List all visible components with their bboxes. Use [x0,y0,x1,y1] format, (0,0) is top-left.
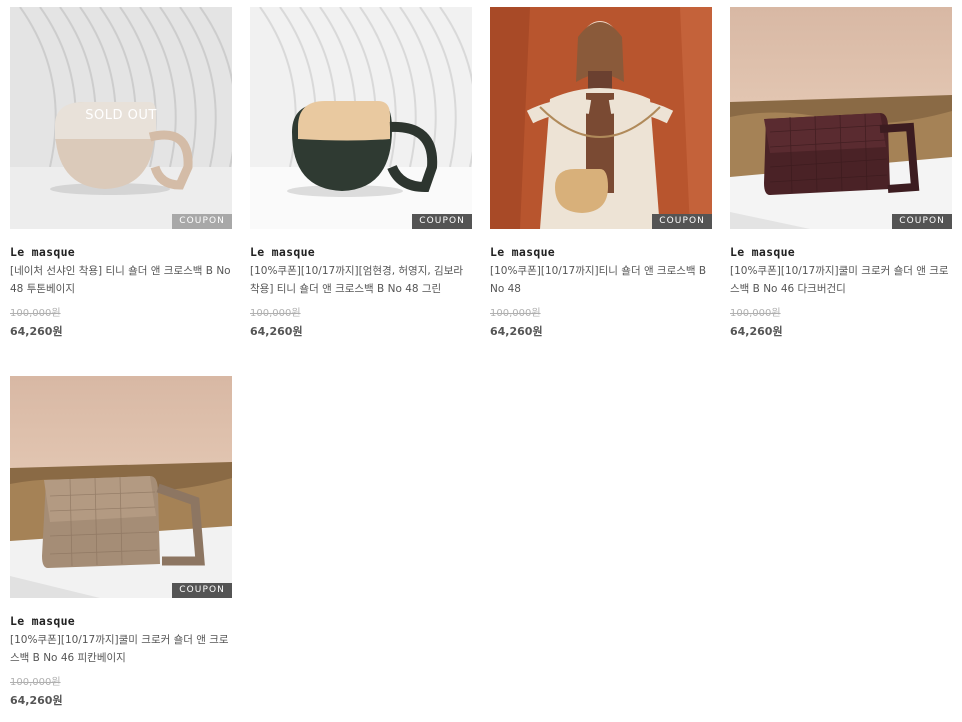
product-image [490,7,712,229]
product-name[interactable]: [10%쿠폰][10/17까지][엄현경, 허영지, 김보라 착용] 티니 숄더… [250,262,472,298]
product-card[interactable]: COUPON Le masque [10%쿠폰][10/17까지]티니 숄더 앤… [490,7,712,339]
product-card[interactable]: COUPON Le masque [10%쿠폰][10/17까지][엄현경, 허… [250,7,472,339]
product-image [730,7,952,229]
product-name[interactable]: [10%쿠폰][10/17까지]티니 숄더 앤 크로스백 B No 48 [490,262,712,298]
original-price: 100,000원 [490,308,541,319]
product-image-link[interactable]: COUPON [250,7,472,229]
product-image [10,376,232,598]
coupon-badge: COUPON [172,583,232,598]
coupon-badge: COUPON [892,214,952,229]
product-grid: SOLD OUT COUPON Le masque [네이처 선샤인 착용] 티… [0,0,962,722]
coupon-badge: COUPON [172,214,232,229]
product-brand[interactable]: Le masque [490,245,712,259]
original-price: 100,000원 [10,677,61,688]
product-brand[interactable]: Le masque [730,245,952,259]
product-image-link[interactable]: SOLD OUT COUPON [10,7,232,229]
product-image-link[interactable]: COUPON [730,7,952,229]
sale-price: 64,260원 [490,325,543,338]
sale-price: 64,260원 [10,325,63,338]
coupon-badge: COUPON [652,214,712,229]
product-brand[interactable]: Le masque [250,245,472,259]
product-image-link[interactable]: COUPON [10,376,232,598]
original-price: 100,000원 [250,308,301,319]
original-price: 100,000원 [10,308,61,319]
product-name[interactable]: [네이처 선샤인 착용] 티니 숄더 앤 크로스백 B No 48 투톤베이지 [10,262,232,298]
product-card[interactable]: SOLD OUT COUPON Le masque [네이처 선샤인 착용] 티… [10,7,232,339]
sale-price: 64,260원 [10,694,63,707]
product-card[interactable]: COUPON Le masque [10%쿠폰][10/17까지]쿨미 크로커 … [730,7,952,339]
sale-price: 64,260원 [730,325,783,338]
original-price: 100,000원 [730,308,781,319]
product-brand[interactable]: Le masque [10,614,232,628]
product-card[interactable]: COUPON Le masque [10%쿠폰][10/17까지]쿨미 크로커 … [10,376,232,708]
product-image-link[interactable]: COUPON [490,7,712,229]
product-name[interactable]: [10%쿠폰][10/17까지]쿨미 크로커 숄더 앤 크로스백 B No 46… [730,262,952,298]
product-name[interactable]: [10%쿠폰][10/17까지]쿨미 크로커 숄더 앤 크로스백 B No 46… [10,631,232,667]
coupon-badge: COUPON [412,214,472,229]
product-image [250,7,472,229]
sale-price: 64,260원 [250,325,303,338]
sold-out-overlay: SOLD OUT [85,108,157,123]
product-brand[interactable]: Le masque [10,245,232,259]
